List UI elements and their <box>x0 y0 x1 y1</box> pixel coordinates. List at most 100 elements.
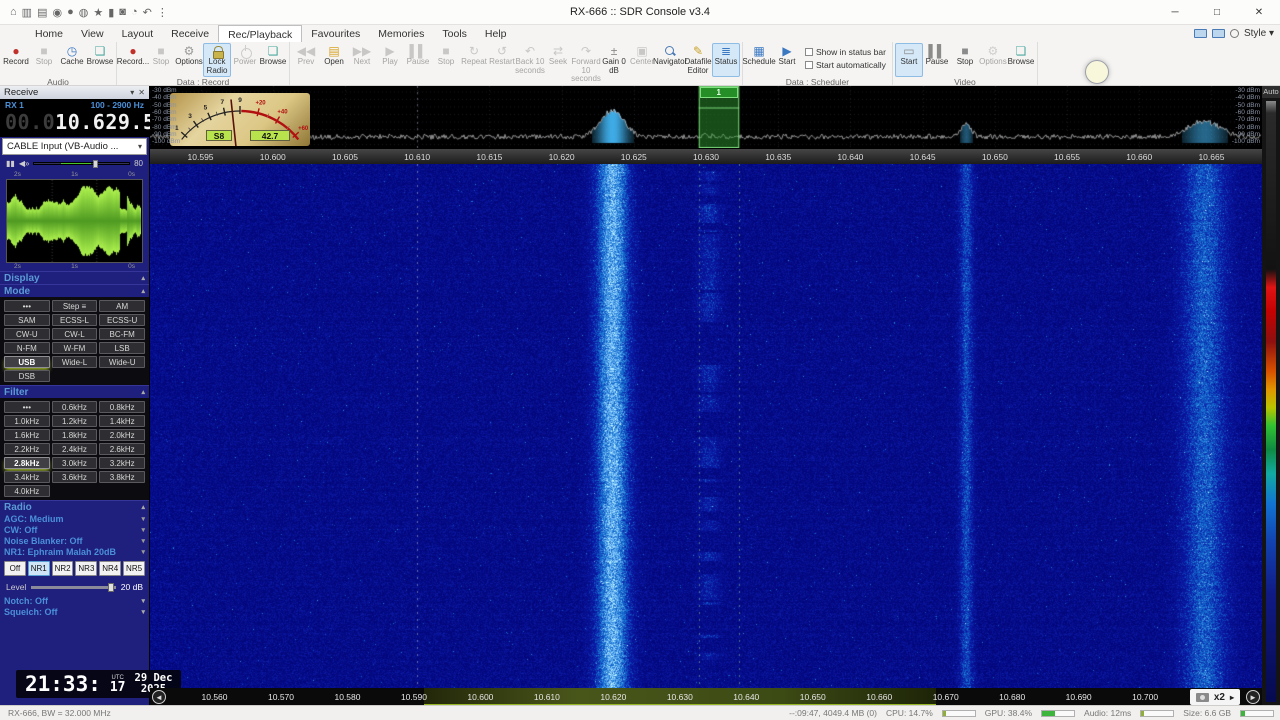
options-button[interactable]: ⚙ Options <box>979 43 1007 77</box>
mode-button-dsb[interactable]: DSB <box>4 370 50 382</box>
radio-row-noise-blanker[interactable]: Noise Blanker: Off ▾ <box>0 535 149 546</box>
speaker-icon[interactable]: ◀» <box>19 159 30 168</box>
disc-icon[interactable]: ◍ <box>79 6 89 19</box>
tab-rec-playback[interactable]: Rec/Playback <box>218 25 302 42</box>
stop-button[interactable]: ■ Stop <box>432 43 460 77</box>
filter-button-4-0khz[interactable]: 4.0kHz <box>4 485 50 497</box>
browse-button[interactable]: ❏ Browse <box>259 43 287 77</box>
nr-button-nr2[interactable]: NR2 <box>52 561 74 576</box>
cache-button[interactable]: ◷ Cache <box>58 43 86 77</box>
stop-button[interactable]: ■ Stop <box>951 43 979 77</box>
filter-button-1-2khz[interactable]: 1.2kHz <box>52 415 98 427</box>
filter-button-2-8khz[interactable]: 2.8kHz <box>4 457 50 469</box>
panels-icon[interactable]: ▤ <box>37 6 47 19</box>
stop-button[interactable]: ■ Stop <box>30 43 58 77</box>
schedule-button[interactable]: ▦ Schedule <box>745 43 773 77</box>
battery-icon[interactable]: ▮ <box>108 6 114 19</box>
mode-button-usb[interactable]: USB <box>4 356 50 368</box>
filter-button-2-2khz[interactable]: 2.2kHz <box>4 443 50 455</box>
stop-button[interactable]: ■ Stop <box>147 43 175 77</box>
mode-button-cw-u[interactable]: CW-U <box>4 328 50 340</box>
record-icon[interactable]: ● <box>67 6 74 19</box>
pin-icon[interactable]: ▾ <box>130 88 134 97</box>
radio-row-nr1[interactable]: NR1: Ephraim Malah 20dB ▾ <box>0 546 149 557</box>
section-display[interactable]: Display ▴ <box>0 271 149 284</box>
start-button[interactable]: ▶ Start <box>773 43 801 77</box>
filter-button-1-8khz[interactable]: 1.8kHz <box>52 429 98 441</box>
next-button[interactable]: ▶▶ Next <box>348 43 376 77</box>
volume-slider-handle[interactable] <box>93 160 98 168</box>
filter-button-3-2khz[interactable]: 3.2kHz <box>99 457 145 469</box>
band-navigation-bar[interactable]: 10.560 10.570 10.580 10.590 10.600 10.610 10.6… <box>150 688 1262 706</box>
restart-button[interactable]: ↺ Restart <box>488 43 516 77</box>
palette-gradient[interactable] <box>1266 101 1276 702</box>
play-button[interactable]: ▶ Play <box>376 43 404 77</box>
mode-button-ecss-l[interactable]: ECSS-L <box>52 314 98 326</box>
play-icon[interactable]: ◉ <box>52 6 62 19</box>
forward-10-seconds-button[interactable]: ↷ Forward 10 seconds <box>572 43 600 86</box>
browse-button[interactable]: ❏ Browse <box>86 43 114 77</box>
mode-button-lsb[interactable]: LSB <box>99 342 145 354</box>
palette-auto-label[interactable]: Auto <box>1262 86 1280 98</box>
tab-tools[interactable]: Tools <box>433 25 476 42</box>
filter-button-1-6khz[interactable]: 1.6kHz <box>4 429 50 441</box>
section-mode[interactable]: Mode ▴ <box>0 284 149 297</box>
favourite-icon[interactable]: ★ <box>93 6 103 19</box>
open-button[interactable]: ▤ Open <box>320 43 348 77</box>
filter-button-3-8khz[interactable]: 3.8kHz <box>99 471 145 483</box>
filter-button-3-0khz[interactable]: 3.0kHz <box>52 457 98 469</box>
tab-favourites[interactable]: Favourites <box>302 25 369 42</box>
pause-button[interactable]: ▌▌ Pause <box>404 43 432 77</box>
camera-icon[interactable]: ◙ <box>119 6 126 19</box>
pause-button[interactable]: ▌▌ Pause <box>923 43 951 77</box>
filter-button-2-0khz[interactable]: 2.0kHz <box>99 429 145 441</box>
theme-icon[interactable] <box>1230 29 1239 38</box>
tab-receive[interactable]: Receive <box>162 25 218 42</box>
nav-right-arrow-button[interactable]: ► <box>1246 690 1260 704</box>
more-icon[interactable]: ⋮ <box>157 6 168 19</box>
undo-icon[interactable]: ↶ <box>143 6 152 19</box>
options-button[interactable]: ⚙ Options <box>175 43 203 77</box>
close-icon[interactable]: ✕ <box>138 88 145 97</box>
filter-button-2-4khz[interactable]: 2.4kHz <box>52 443 98 455</box>
minimize-button[interactable]: ─ <box>1154 0 1196 25</box>
user-icon[interactable]: ◔ <box>131 6 138 19</box>
spectrum-display[interactable]: 1 3 5 7 9 +20 +40 +60 S8 42.7 1 -30 dBm -30 dBm -… <box>150 86 1262 148</box>
rx1-marker-badge[interactable]: 1 <box>700 87 738 98</box>
status-button[interactable]: ≣ Status <box>712 43 740 77</box>
home-icon[interactable]: ⌂ <box>10 6 17 19</box>
show-in-status-bar-checkbox[interactable]: Show in status bar <box>805 47 886 57</box>
frequency-scale[interactable]: 10.595 10.600 10.605 10.610 10.615 10.620 10.6… <box>150 148 1262 164</box>
waterfall-display[interactable] <box>150 164 1262 688</box>
monitor-icon[interactable] <box>1194 29 1207 38</box>
section-filter[interactable]: Filter ▴ <box>0 385 149 398</box>
maximize-button[interactable]: □ <box>1196 0 1238 25</box>
nr-button-nr1[interactable]: NR1 <box>28 561 50 576</box>
nr-button-nr4[interactable]: NR4 <box>99 561 121 576</box>
waterfall-palette-bar[interactable]: Auto <box>1262 86 1280 705</box>
nr-level-slider[interactable] <box>31 586 115 589</box>
nr-button-nr5[interactable]: NR5 <box>123 561 145 576</box>
filter-button-0-6khz[interactable]: 0.6kHz <box>52 401 98 413</box>
filter-button-1-4khz[interactable]: 1.4kHz <box>99 415 145 427</box>
filter-button-2-6khz[interactable]: 2.6kHz <box>99 443 145 455</box>
tab-layout[interactable]: Layout <box>113 25 163 42</box>
record-button[interactable]: ● Record... <box>119 43 147 77</box>
nav-left-arrow-button[interactable]: ◄ <box>152 690 166 704</box>
users-icon[interactable]: ▥ <box>22 6 32 19</box>
datafile-editor-button[interactable]: ✎ Datafile Editor <box>684 43 712 77</box>
lock-radio-button[interactable]: Lock Radio <box>203 43 231 77</box>
power-button[interactable]: Power <box>231 43 259 77</box>
tuned-frequency[interactable]: 00.010.629.500 <box>5 110 144 134</box>
section-radio[interactable]: Radio ▴ <box>0 500 149 513</box>
radio-row-agc[interactable]: AGC: Medium ▾ <box>0 513 149 524</box>
monitor-icon[interactable] <box>1212 29 1225 38</box>
filter-button-0-8khz[interactable]: 0.8kHz <box>99 401 145 413</box>
nr-button-nr3[interactable]: NR3 <box>75 561 97 576</box>
nr-button-off[interactable]: Off <box>4 561 26 576</box>
tab-home[interactable]: Home <box>26 25 72 42</box>
back-10-seconds-button[interactable]: ↶ Back 10 seconds <box>516 43 544 77</box>
filter-button-3-4khz[interactable]: 3.4kHz <box>4 471 50 483</box>
mode-button-n-fm[interactable]: N-FM <box>4 342 50 354</box>
center-button[interactable]: ▣ Center <box>628 43 656 77</box>
